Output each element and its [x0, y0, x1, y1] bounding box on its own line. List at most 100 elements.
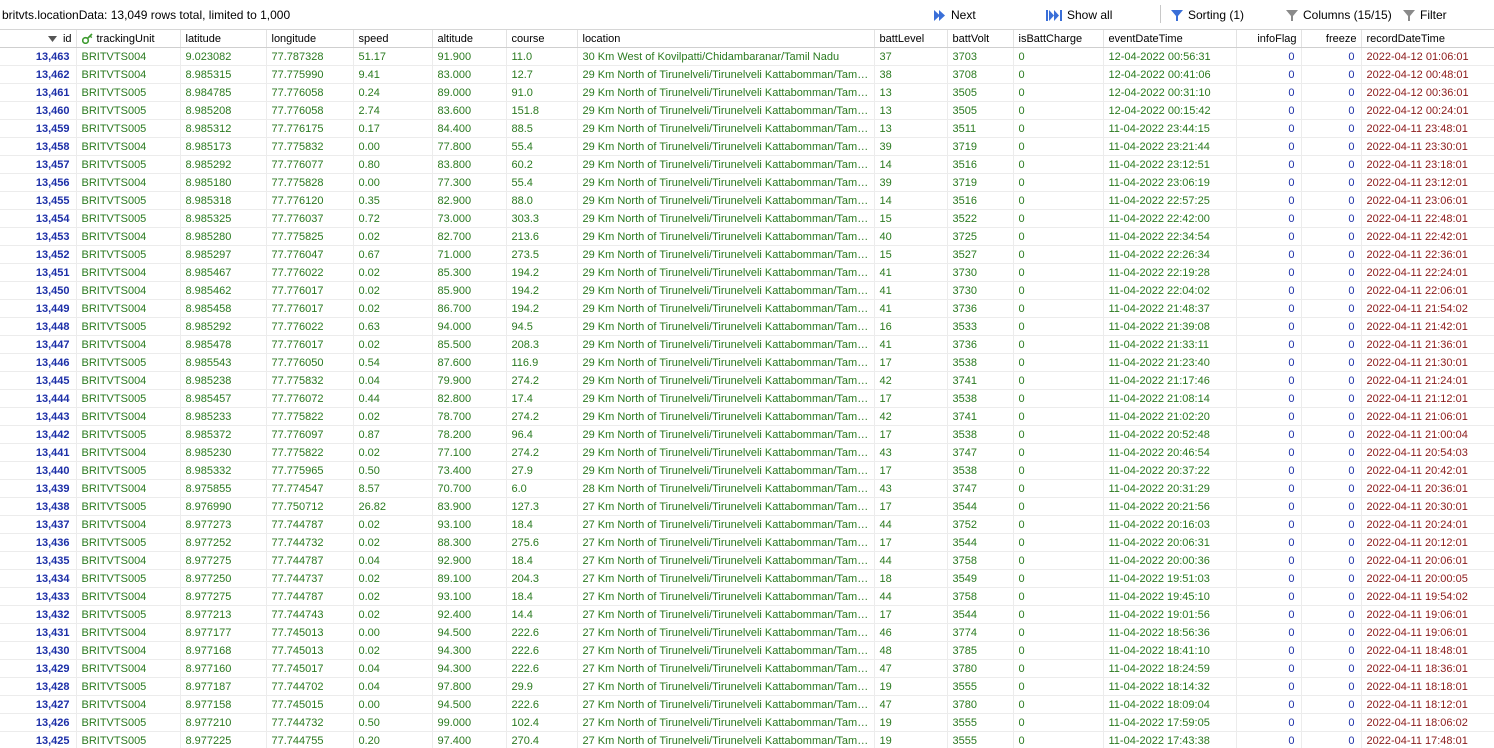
cell-altitude[interactable]: 93.100	[432, 587, 507, 606]
cell-record-date-time[interactable]: 2022-04-11 19:06:01	[1361, 623, 1494, 642]
cell-speed[interactable]: 0.00	[353, 173, 433, 192]
cell-location[interactable]: 29 Km North of Tirunelveli/Tirunelveli K…	[577, 65, 875, 84]
cell-latitude[interactable]: 8.977177	[180, 623, 267, 642]
cell-batt-level[interactable]: 41	[874, 299, 948, 318]
cell-course[interactable]: 11.0	[506, 47, 578, 66]
cell-tracking-unit[interactable]: BRITVTS004	[76, 695, 181, 714]
cell-longitude[interactable]: 77.776037	[266, 209, 354, 228]
cell-tracking-unit[interactable]: BRITVTS005	[76, 155, 181, 174]
table-row[interactable]: 13,428 BRITVTS005 8.977187 77.744702 0.04 97.…	[0, 677, 1494, 696]
cell-tracking-unit[interactable]: BRITVTS004	[76, 137, 181, 156]
cell-batt-volt[interactable]: 3741	[947, 407, 1014, 426]
cell-batt-level[interactable]: 47	[874, 695, 948, 714]
cell-record-date-time[interactable]: 2022-04-11 18:12:01	[1361, 695, 1494, 714]
cell-freeze[interactable]: 0	[1301, 389, 1362, 408]
cell-location[interactable]: 29 Km North of Tirunelveli/Tirunelveli K…	[577, 137, 875, 156]
cell-course[interactable]: 6.0	[506, 479, 578, 498]
cell-course[interactable]: 151.8	[506, 101, 578, 120]
cell-record-date-time[interactable]: 2022-04-11 21:24:01	[1361, 371, 1494, 390]
cell-latitude[interactable]: 8.985180	[180, 173, 267, 192]
cell-longitude[interactable]: 77.744732	[266, 713, 354, 732]
cell-latitude[interactable]: 8.977275	[180, 587, 267, 606]
columns-button[interactable]: Columns (15/15)	[1286, 7, 1392, 23]
cell-course[interactable]: 27.9	[506, 461, 578, 480]
cell-altitude[interactable]: 94.300	[432, 659, 507, 678]
cell-is-batt-charge[interactable]: 0	[1013, 281, 1104, 300]
cell-latitude[interactable]: 8.985297	[180, 245, 267, 264]
column-header-altitude[interactable]: altitude	[432, 30, 507, 48]
cell-location[interactable]: 29 Km North of Tirunelveli/Tirunelveli K…	[577, 227, 875, 246]
cell-batt-volt[interactable]: 3538	[947, 353, 1014, 372]
cell-event-date-time[interactable]: 11-04-2022 23:44:15	[1103, 119, 1237, 138]
column-header-recorddatetime[interactable]: recordDateTime	[1361, 30, 1494, 48]
cell-speed[interactable]: 0.02	[353, 605, 433, 624]
cell-is-batt-charge[interactable]: 0	[1013, 173, 1104, 192]
cell-tracking-unit[interactable]: BRITVTS004	[76, 65, 181, 84]
cell-location[interactable]: 29 Km North of Tirunelveli/Tirunelveli K…	[577, 443, 875, 462]
cell-event-date-time[interactable]: 11-04-2022 21:08:14	[1103, 389, 1237, 408]
cell-info-flag[interactable]: 0	[1236, 713, 1302, 732]
cell-info-flag[interactable]: 0	[1236, 191, 1302, 210]
cell-batt-volt[interactable]: 3544	[947, 497, 1014, 516]
cell-longitude[interactable]: 77.776017	[266, 299, 354, 318]
cell-speed[interactable]: 0.00	[353, 623, 433, 642]
cell-speed[interactable]: 0.02	[353, 263, 433, 282]
cell-location[interactable]: 27 Km North of Tirunelveli/Tirunelveli K…	[577, 551, 875, 570]
cell-batt-level[interactable]: 43	[874, 479, 948, 498]
cell-tracking-unit[interactable]: BRITVTS005	[76, 731, 181, 748]
cell-batt-level[interactable]: 41	[874, 281, 948, 300]
column-header-eventdatetime[interactable]: eventDateTime	[1103, 30, 1237, 48]
table-row[interactable]: 13,447 BRITVTS004 8.985478 77.776017 0.02 85.…	[0, 335, 1494, 354]
cell-tracking-unit[interactable]: BRITVTS004	[76, 443, 181, 462]
cell-tracking-unit[interactable]: BRITVTS005	[76, 713, 181, 732]
cell-batt-volt[interactable]: 3736	[947, 299, 1014, 318]
cell-location[interactable]: 29 Km North of Tirunelveli/Tirunelveli K…	[577, 101, 875, 120]
cell-event-date-time[interactable]: 11-04-2022 20:06:31	[1103, 533, 1237, 552]
cell-course[interactable]: 55.4	[506, 173, 578, 192]
cell-id[interactable]: 13,431	[0, 623, 77, 642]
cell-info-flag[interactable]: 0	[1236, 281, 1302, 300]
cell-event-date-time[interactable]: 11-04-2022 20:21:56	[1103, 497, 1237, 516]
cell-info-flag[interactable]: 0	[1236, 605, 1302, 624]
cell-altitude[interactable]: 89.000	[432, 83, 507, 102]
table-row[interactable]: 13,449 BRITVTS004 8.985458 77.776017 0.02 86.…	[0, 299, 1494, 318]
cell-longitude[interactable]: 77.744702	[266, 677, 354, 696]
cell-course[interactable]: 303.3	[506, 209, 578, 228]
cell-latitude[interactable]: 8.977168	[180, 641, 267, 660]
cell-latitude[interactable]: 8.985478	[180, 335, 267, 354]
cell-is-batt-charge[interactable]: 0	[1013, 245, 1104, 264]
table-row[interactable]: 13,445 BRITVTS004 8.985238 77.775832 0.04 79.…	[0, 371, 1494, 390]
cell-altitude[interactable]: 99.000	[432, 713, 507, 732]
cell-tracking-unit[interactable]: BRITVTS004	[76, 299, 181, 318]
cell-batt-level[interactable]: 15	[874, 245, 948, 264]
cell-info-flag[interactable]: 0	[1236, 587, 1302, 606]
cell-event-date-time[interactable]: 11-04-2022 21:33:11	[1103, 335, 1237, 354]
cell-freeze[interactable]: 0	[1301, 605, 1362, 624]
cell-freeze[interactable]: 0	[1301, 623, 1362, 642]
cell-latitude[interactable]: 8.977160	[180, 659, 267, 678]
cell-location[interactable]: 29 Km North of Tirunelveli/Tirunelveli K…	[577, 281, 875, 300]
cell-batt-level[interactable]: 13	[874, 119, 948, 138]
cell-record-date-time[interactable]: 2022-04-12 00:48:01	[1361, 65, 1494, 84]
cell-speed[interactable]: 0.02	[353, 443, 433, 462]
cell-record-date-time[interactable]: 2022-04-11 20:00:05	[1361, 569, 1494, 588]
cell-id[interactable]: 13,456	[0, 173, 77, 192]
table-row[interactable]: 13,459 BRITVTS005 8.985312 77.776175 0.17 84.…	[0, 119, 1494, 138]
cell-event-date-time[interactable]: 12-04-2022 00:31:10	[1103, 83, 1237, 102]
cell-batt-volt[interactable]: 3719	[947, 173, 1014, 192]
cell-speed[interactable]: 0.04	[353, 659, 433, 678]
cell-id[interactable]: 13,450	[0, 281, 77, 300]
cell-batt-level[interactable]: 37	[874, 47, 948, 66]
cell-course[interactable]: 194.2	[506, 299, 578, 318]
cell-course[interactable]: 14.4	[506, 605, 578, 624]
cell-batt-volt[interactable]: 3544	[947, 605, 1014, 624]
cell-longitude[interactable]: 77.744787	[266, 515, 354, 534]
cell-batt-volt[interactable]: 3725	[947, 227, 1014, 246]
cell-freeze[interactable]: 0	[1301, 515, 1362, 534]
sorting-button[interactable]: Sorting (1)	[1171, 7, 1244, 23]
cell-altitude[interactable]: 91.900	[432, 47, 507, 66]
cell-altitude[interactable]: 78.700	[432, 407, 507, 426]
cell-freeze[interactable]: 0	[1301, 335, 1362, 354]
cell-course[interactable]: 116.9	[506, 353, 578, 372]
cell-id[interactable]: 13,433	[0, 587, 77, 606]
